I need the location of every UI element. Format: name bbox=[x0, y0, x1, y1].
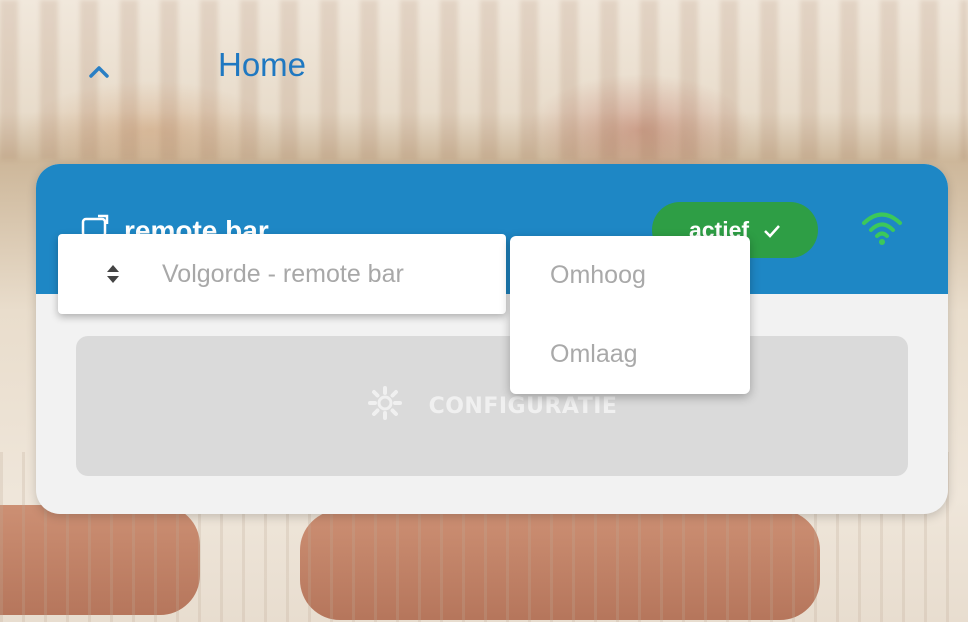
menu-item-down[interactable]: Omlaag bbox=[510, 315, 750, 394]
bar-stool-decoration bbox=[300, 510, 820, 620]
header: Home bbox=[84, 46, 306, 84]
bar-stool-decoration bbox=[0, 505, 200, 615]
sort-menu: Omhoog Omlaag bbox=[510, 236, 750, 394]
sort-order-label: Volgorde - remote bar bbox=[162, 259, 404, 288]
wifi-icon bbox=[860, 208, 904, 252]
sort-icon bbox=[92, 264, 134, 284]
gear-icon bbox=[367, 385, 403, 427]
sort-order-field[interactable]: Volgorde - remote bar bbox=[58, 234, 506, 314]
menu-item-up[interactable]: Omhoog bbox=[510, 236, 750, 315]
device-card: remote bar actief CONFIGURATIE bbox=[36, 164, 948, 514]
chevron-up-icon[interactable] bbox=[84, 57, 114, 85]
configuration-button[interactable]: CONFIGURATIE bbox=[76, 336, 908, 476]
check-icon bbox=[763, 217, 781, 244]
configuration-label: CONFIGURATIE bbox=[428, 393, 618, 419]
page-title: Home bbox=[218, 46, 307, 83]
